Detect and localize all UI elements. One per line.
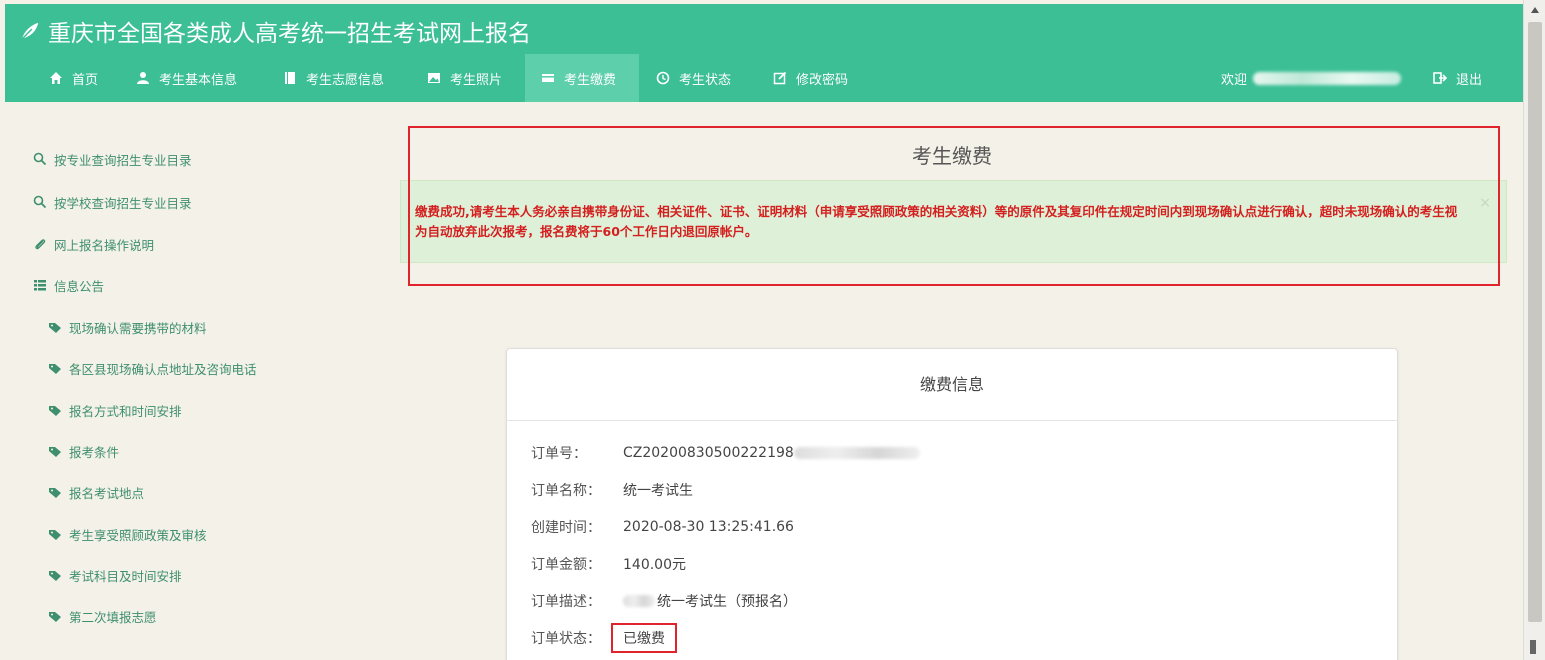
- tag-icon: [49, 612, 61, 622]
- tag-icon: [49, 571, 61, 581]
- home-icon: [50, 72, 62, 84]
- order-number-row: 订单号： CZ20200830500222198: [531, 441, 920, 465]
- logout-icon: [1433, 72, 1447, 84]
- order-number-redacted: [793, 447, 920, 459]
- top-navbar: 重庆市全国各类成人高考统一招生考试网上报名 首页 考生基本信息 考生志愿信息 考…: [5, 4, 1523, 102]
- clock-icon: [656, 71, 670, 85]
- order-amount-row: 订单金额： 140.00元: [531, 557, 686, 573]
- paperclip-icon: [35, 239, 46, 250]
- sidebar-section-announcements[interactable]: 信息公告: [33, 275, 104, 295]
- sidebar-announcement[interactable]: 考生享受照顾政策及审核: [48, 524, 207, 544]
- success-alert: 缴费成功,请考生本人务必亲自携带身份证、相关证件、证书、证明材料（申请享受照顾政…: [400, 180, 1507, 263]
- site-title: 重庆市全国各类成人高考统一招生考试网上报名: [48, 21, 531, 47]
- sidebar-announcement[interactable]: 报名方式和时间安排: [48, 400, 182, 420]
- scrollbar[interactable]: [1523, 0, 1545, 660]
- sidebar-announcement[interactable]: 考试科目及时间安排: [48, 565, 182, 585]
- alert-message: 缴费成功,请考生本人务必亲自携带身份证、相关证件、证书、证明材料（申请享受照顾政…: [415, 204, 1458, 239]
- nav-photo[interactable]: 考生照片: [427, 54, 502, 102]
- leaf-icon: [21, 22, 39, 40]
- nav-basic-info[interactable]: 考生基本信息: [136, 54, 237, 102]
- order-number-value: CZ20200830500222198: [623, 445, 794, 461]
- credit-card-icon: [542, 74, 554, 82]
- tag-icon: [49, 406, 61, 416]
- status-badge: 已缴费: [611, 623, 677, 653]
- logout-link[interactable]: 退出: [1433, 54, 1482, 102]
- page-title: 考生缴费: [912, 144, 992, 168]
- order-description-row: 订单描述： 统一考试生（预报名）: [531, 594, 797, 610]
- created-time-row: 创建时间： 2020-08-30 13:25:41.66: [531, 519, 794, 536]
- welcome-user: 欢迎: [1221, 54, 1402, 102]
- scroll-up-arrow-icon[interactable]: [1531, 7, 1539, 13]
- sidebar-link-query-by-school[interactable]: 按学校查询招生专业目录: [33, 192, 192, 212]
- site-brand[interactable]: 重庆市全国各类成人高考统一招生考试网上报名: [19, 16, 531, 47]
- main-nav: 首页 考生基本信息 考生志愿信息 考生照片 考生缴费 考生状态 修改密码 欢迎: [5, 54, 1523, 102]
- tag-icon: [49, 364, 61, 374]
- picture-icon: [428, 73, 440, 83]
- search-icon: [33, 152, 47, 166]
- sidebar-announcement[interactable]: 报考条件: [48, 441, 119, 461]
- sidebar-announcement[interactable]: 各区县现场确认点地址及咨询电话: [48, 358, 257, 378]
- sidebar-announcement[interactable]: 报名考试地点: [48, 482, 144, 502]
- tag-icon: [49, 530, 61, 540]
- nav-preference-info[interactable]: 考生志愿信息: [283, 54, 384, 102]
- description-redacted: [623, 595, 655, 607]
- list-icon: [34, 280, 46, 291]
- scroll-bottom-marker: [1530, 640, 1536, 654]
- close-icon[interactable]: ×: [1479, 195, 1491, 211]
- tag-icon: [49, 323, 61, 333]
- nav-payment[interactable]: 考生缴费: [525, 54, 639, 102]
- search-icon: [33, 195, 47, 209]
- nav-status[interactable]: 考生状态: [656, 54, 731, 102]
- user-icon: [137, 72, 149, 84]
- nav-change-password[interactable]: 修改密码: [773, 54, 848, 102]
- order-name-row: 订单名称： 统一考试生: [531, 483, 693, 499]
- edit-icon: [773, 71, 787, 85]
- book-icon: [285, 72, 295, 84]
- scroll-thumb[interactable]: [1528, 22, 1542, 622]
- payment-info-card: 缴费信息 订单号： CZ20200830500222198 订单名称： 统一考试…: [506, 348, 1398, 660]
- sidebar-link-query-by-major[interactable]: 按专业查询招生专业目录: [33, 149, 192, 169]
- nav-home[interactable]: 首页: [49, 54, 98, 102]
- username-redacted: [1253, 71, 1402, 85]
- sidebar-announcement[interactable]: 第二次填报志愿: [48, 606, 157, 626]
- tag-icon: [49, 488, 61, 498]
- sidebar-link-instructions[interactable]: 网上报名操作说明: [33, 234, 154, 254]
- sidebar-announcement[interactable]: 现场确认需要携带的材料: [48, 317, 207, 337]
- order-status-row: 订单状态： 已缴费: [531, 623, 677, 653]
- tag-icon: [49, 447, 61, 457]
- payment-info-title: 缴费信息: [507, 349, 1397, 421]
